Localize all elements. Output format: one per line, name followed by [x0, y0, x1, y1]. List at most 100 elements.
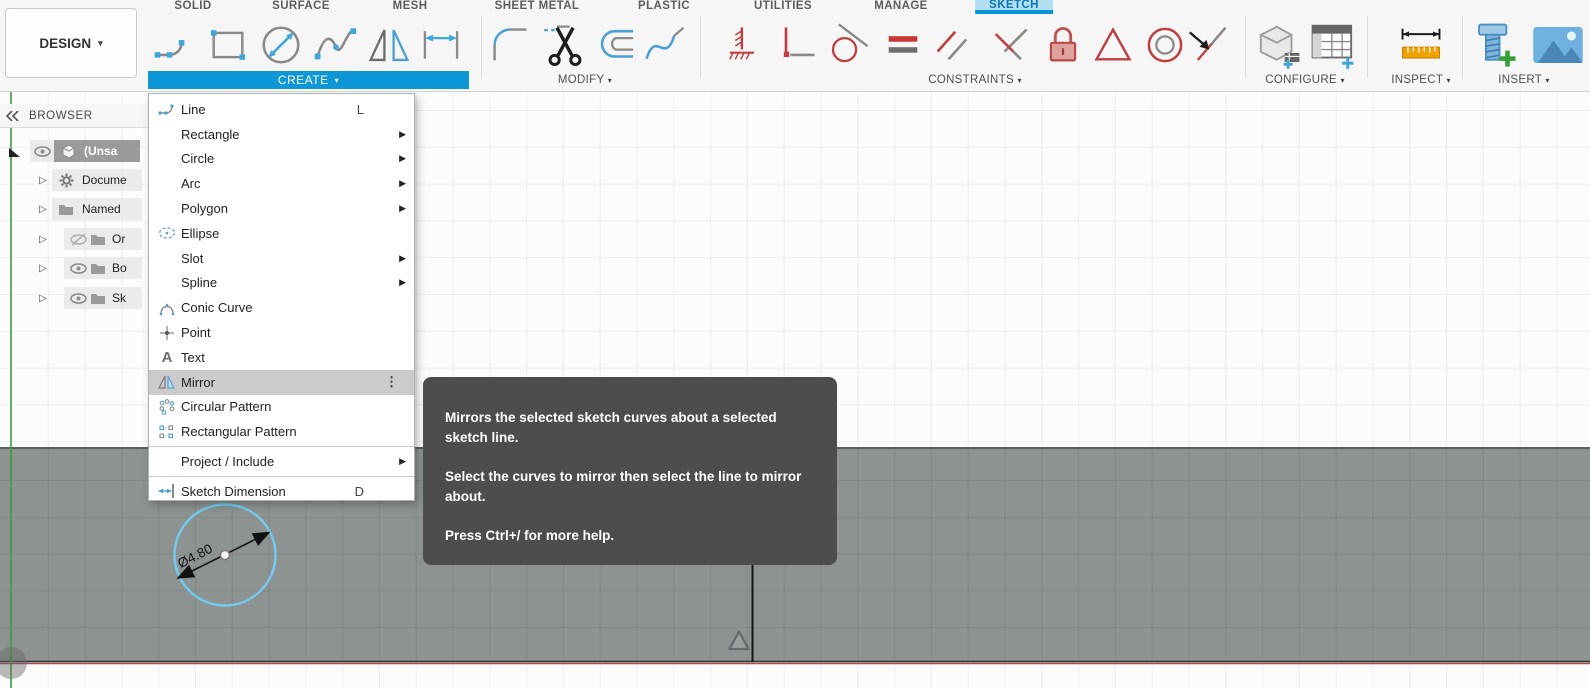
sketch-mirror-button[interactable]: [365, 19, 413, 71]
browser-row-bodies[interactable]: ▷ Bo: [34, 257, 142, 279]
tab-solid[interactable]: SOLID: [174, 0, 211, 14]
visibility-off-eye-icon[interactable]: [68, 232, 88, 246]
dimension-value[interactable]: Ø4.80: [175, 541, 215, 571]
expand-arrow-icon[interactable]: ▷: [34, 204, 52, 215]
origin-point[interactable]: [0, 647, 27, 679]
menu-item-point[interactable]: Point: [149, 320, 414, 345]
tooltip-help-hint: Press Ctrl+/ for more help.: [445, 528, 615, 543]
toolbar-separator: [1367, 16, 1368, 78]
constraint-parallel-button[interactable]: [929, 19, 977, 71]
menu-item-ellipse[interactable]: Ellipse: [149, 221, 414, 246]
named-views-label: Named: [82, 202, 121, 216]
sketch-line-button[interactable]: [151, 19, 199, 71]
constraint-concentric-button[interactable]: [1141, 19, 1189, 71]
expand-arrow-icon[interactable]: ▷: [34, 263, 52, 274]
constraint-symmetry-button[interactable]: [1089, 19, 1137, 71]
constraint-tangent-button[interactable]: [824, 19, 872, 71]
expand-arrow-icon[interactable]: ▷: [34, 175, 52, 186]
expand-arrow-icon[interactable]: ▷: [34, 293, 52, 304]
constraint-perpendicular-button[interactable]: [986, 19, 1034, 71]
menu-item-rectangular-pattern[interactable]: Rectangular Pattern: [149, 419, 414, 444]
constraint-vertical-horizontal-button[interactable]: [773, 19, 821, 71]
tab-utilities[interactable]: UTILITIES: [754, 0, 812, 14]
chevron-down-icon: ▾: [98, 37, 103, 48]
submenu-arrow-icon: ▶: [399, 128, 406, 139]
menu-item-slot[interactable]: Slot ▶: [149, 246, 414, 271]
constraint-fix-button[interactable]: [719, 19, 767, 71]
constraint-midpoint-button[interactable]: [1183, 19, 1231, 71]
sketch-rectangle-button[interactable]: [204, 19, 252, 71]
constraints-group-label: CONSTRAINTS: [928, 74, 1014, 86]
menu-item-circle[interactable]: Circle ▶: [149, 147, 414, 172]
menu-item-line[interactable]: Line L: [149, 97, 414, 122]
tab-surface[interactable]: SURFACE: [272, 0, 330, 14]
sketch-circle-button[interactable]: [257, 19, 305, 71]
configure-group-dropdown[interactable]: CONFIGURE ▾: [1265, 74, 1345, 86]
submenu-arrow-icon: ▶: [399, 178, 406, 189]
tab-sketch[interactable]: SKETCH: [975, 0, 1053, 14]
visibility-eye-icon[interactable]: [32, 145, 52, 157]
insert-group-dropdown[interactable]: INSERT ▾: [1498, 74, 1549, 86]
constraints-group-dropdown[interactable]: CONSTRAINTS ▾: [928, 74, 1022, 86]
expand-arrow-icon[interactable]: ▷: [34, 234, 52, 245]
browser-row-named-views[interactable]: ▷ Named: [34, 198, 142, 220]
create-group-dropdown[interactable]: CREATE ▾: [148, 71, 469, 89]
sketch-dimension-button[interactable]: [417, 19, 465, 71]
configure-design-button[interactable]: [1252, 19, 1306, 71]
menu-item-text[interactable]: A Text: [149, 345, 414, 370]
gear-icon: [56, 173, 76, 188]
collapse-node-icon[interactable]: [8, 145, 21, 158]
browser-row-origin[interactable]: ▷ Or: [34, 228, 142, 250]
menu-item-rectangle[interactable]: Rectangle ▶: [149, 122, 414, 147]
mirror-tooltip: Mirrors the selected sketch curves about…: [423, 377, 837, 565]
browser-row-document-root[interactable]: (Unsa: [8, 140, 140, 162]
configure-table-button[interactable]: [1306, 19, 1360, 71]
modify-offset-button[interactable]: [593, 19, 641, 71]
design-workspace-dropdown[interactable]: DESIGN ▾: [5, 8, 137, 78]
tab-sheet-metal[interactable]: SHEET METAL: [495, 0, 580, 14]
folder-icon: [88, 262, 108, 275]
browser-row-document-settings[interactable]: ▷ Docume: [34, 169, 142, 191]
menu-item-mirror[interactable]: Mirror ⋮: [149, 369, 414, 395]
menu-separator: [149, 446, 414, 448]
modify-trim-button[interactable]: [541, 19, 589, 71]
menu-item-arc[interactable]: Arc ▶: [149, 171, 414, 196]
tab-manage[interactable]: MANAGE: [874, 0, 928, 14]
circle-center-point[interactable]: [219, 549, 231, 561]
collapse-panel-icon[interactable]: [6, 110, 19, 121]
sketch-spline-button[interactable]: [312, 19, 360, 71]
tab-plastic[interactable]: PLASTIC: [638, 0, 690, 14]
constraint-equal-button[interactable]: [879, 19, 927, 71]
constraint-lock-button[interactable]: [1039, 19, 1087, 71]
folder-icon: [88, 233, 108, 246]
bodies-label: Bo: [112, 261, 127, 275]
menu-item-sketch-dimension[interactable]: Sketch Dimension D: [149, 479, 414, 504]
visibility-eye-icon[interactable]: [68, 262, 88, 274]
submenu-arrow-icon: ▶: [399, 456, 406, 467]
conic-curve-icon: [155, 300, 179, 316]
inspect-group-dropdown[interactable]: INSPECT ▾: [1391, 74, 1451, 86]
modify-group-label: MODIFY: [557, 74, 605, 86]
modify-group-dropdown[interactable]: MODIFY ▾: [558, 74, 612, 86]
inspect-measure-button[interactable]: [1394, 19, 1448, 71]
menu-item-polygon[interactable]: Polygon ▶: [149, 196, 414, 221]
design-label: DESIGN: [39, 35, 92, 51]
document-settings-label: Docume: [82, 173, 127, 187]
insert-image-button[interactable]: [1528, 19, 1588, 71]
menu-item-project-include[interactable]: Project / Include ▶: [149, 449, 414, 474]
chevron-down-icon: ▾: [1017, 76, 1022, 85]
visibility-eye-icon[interactable]: [68, 292, 88, 304]
sketch-dimension-icon: [155, 483, 179, 499]
browser-row-sketches[interactable]: ▷ Sk: [34, 287, 142, 309]
insert-fastener-button[interactable]: [1468, 19, 1522, 71]
options-kebab-icon[interactable]: ⋮: [385, 374, 398, 390]
menu-item-circular-pattern[interactable]: Circular Pattern: [149, 395, 414, 420]
modify-fillet-button[interactable]: [486, 19, 534, 71]
menu-item-spline[interactable]: Spline ▶: [149, 271, 414, 296]
text-icon: A: [161, 348, 173, 366]
tab-mesh[interactable]: MESH: [393, 0, 428, 14]
modify-break-button[interactable]: [641, 19, 689, 71]
toolbar-separator: [1245, 16, 1246, 78]
menu-item-conic-curve[interactable]: Conic Curve: [149, 295, 414, 320]
chevron-down-icon: ▾: [1340, 76, 1345, 85]
